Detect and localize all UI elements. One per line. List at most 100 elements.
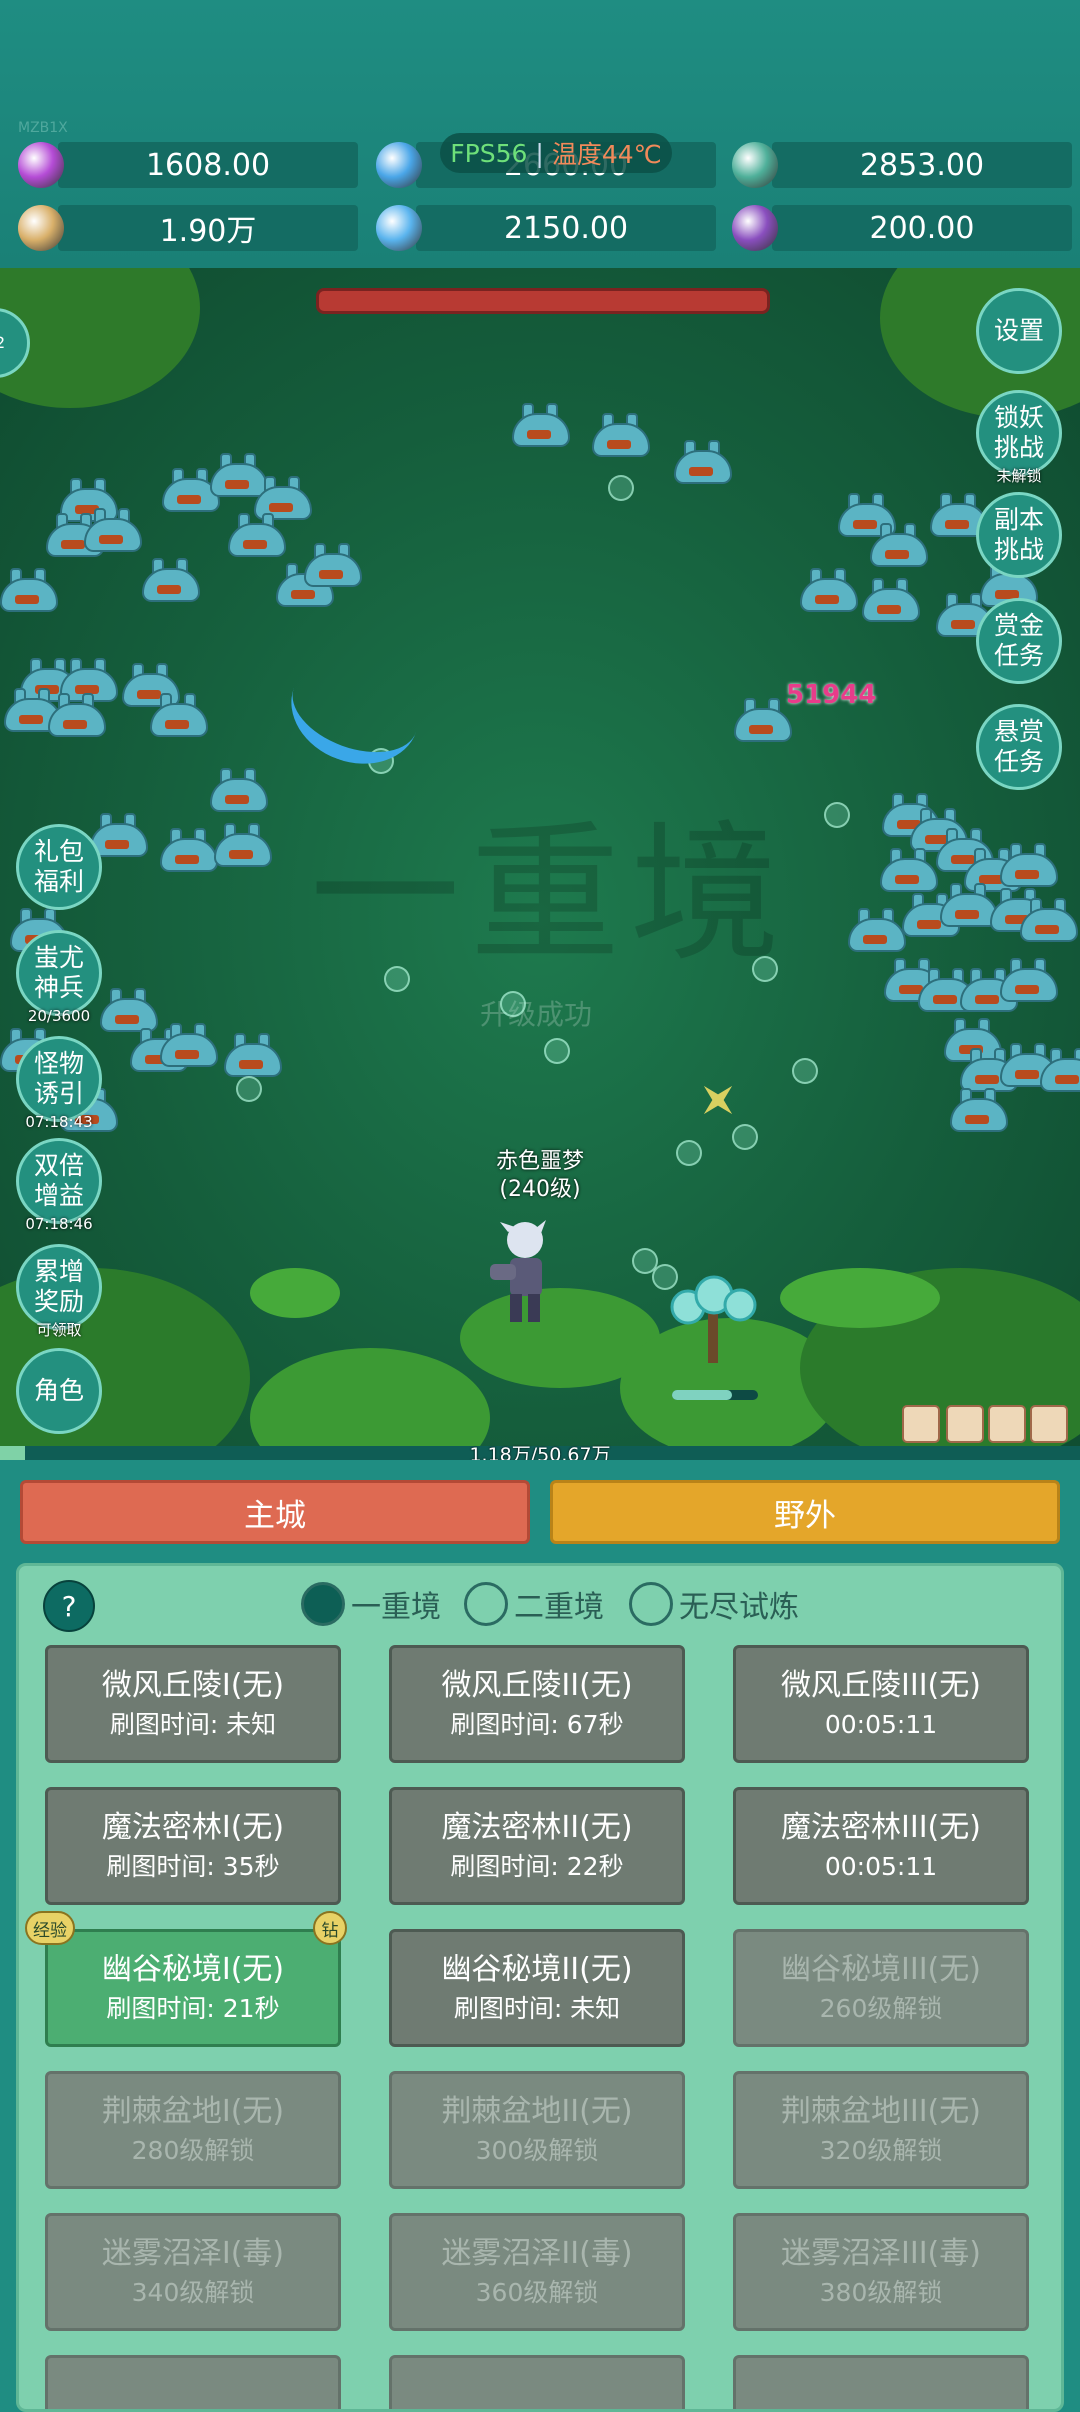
radio-icon	[629, 1582, 673, 1626]
skill-slot[interactable]	[1030, 1405, 1068, 1443]
button-label: 挑战	[993, 535, 1044, 564]
right-button-4[interactable]: 悬赏 任务	[976, 704, 1062, 790]
help-button[interactable]: ?	[43, 1580, 95, 1632]
battle-scene[interactable]: 一重境 升级成功 51944 赤色噩梦 (240级) 设置 锁妖 挑战 未解锁 副本 挑战…	[0, 268, 1080, 1446]
slime-monster	[0, 568, 58, 612]
slime-monster	[214, 823, 272, 867]
tab-main-city[interactable]: 主城	[20, 1480, 530, 1544]
slime-monster	[60, 658, 118, 702]
left-button-4[interactable]: 累增 奖励 可领取	[16, 1244, 102, 1339]
skill-slot[interactable]	[988, 1405, 1026, 1443]
right-button-0[interactable]: 设置	[976, 288, 1062, 374]
bubble-tree	[664, 1273, 764, 1363]
map-card	[45, 2355, 341, 2409]
map-card[interactable]: 微风丘陵III(无) 00:05:11	[733, 1645, 1029, 1763]
slime-monster	[1000, 958, 1058, 1002]
right-button-2[interactable]: 副本 挑战	[976, 492, 1062, 578]
scroll-icon	[18, 205, 64, 251]
realm-label: 二重境	[514, 1590, 604, 1625]
slime-monster	[592, 413, 650, 457]
radio-icon	[464, 1582, 508, 1626]
slime-monster	[1040, 1048, 1080, 1092]
map-status: 刷图时间: 67秒	[450, 1710, 624, 1739]
button-label: 设置	[993, 316, 1044, 345]
resource-counter: 2853.00	[772, 142, 1072, 188]
fps-indicator: FPS56 | 温度44℃	[440, 133, 672, 173]
map-card[interactable]: 魔法密林II(无) 刷图时间: 22秒	[389, 1787, 685, 1905]
bubble-projectile	[500, 991, 526, 1017]
map-status: 280级解锁	[131, 2136, 255, 2165]
slime-monster	[100, 988, 158, 1032]
map-card[interactable]: 幽谷秘境I(无) 刷图时间: 21秒	[45, 1929, 341, 2047]
map-name: 魔法密林II(无)	[441, 1810, 633, 1845]
shuriken-projectile	[690, 1072, 747, 1129]
resource-counter: 200.00	[772, 205, 1072, 251]
realm-option-1[interactable]: 一重境	[301, 1578, 441, 1630]
resource-value: 1.90万	[159, 214, 257, 249]
button-label: 任务	[993, 747, 1044, 776]
slime-monster	[674, 440, 732, 484]
left-button-5[interactable]: 角色	[16, 1348, 102, 1434]
map-name: 魔法密林I(无)	[101, 1810, 285, 1845]
realm-option-3[interactable]: 无尽试炼	[629, 1578, 799, 1630]
slime-monster	[84, 508, 142, 552]
left-button-3[interactable]: 双倍 增益 07:18:46	[16, 1138, 102, 1233]
blue-crystal-icon	[376, 142, 422, 188]
left-button-0[interactable]: 礼包 福利	[16, 824, 102, 910]
button-status: 07:18:43	[25, 1113, 93, 1131]
left-button-2[interactable]: 怪物 诱引 07:18:43	[16, 1036, 102, 1131]
green-orb-icon	[732, 142, 778, 188]
slime-monster	[880, 848, 938, 892]
button-label: 锁妖	[993, 403, 1044, 432]
button-label: 挑战	[993, 433, 1044, 462]
map-card[interactable]: 魔法密林III(无) 00:05:11	[733, 1787, 1029, 1905]
button-label: 增益	[33, 1181, 84, 1210]
slime-monster	[142, 558, 200, 602]
map-status: 300级解锁	[475, 2136, 599, 2165]
bubble-projectile	[384, 966, 410, 992]
map-card[interactable]: 微风丘陵I(无) 刷图时间: 未知	[45, 1645, 341, 1763]
skill-slot[interactable]	[902, 1405, 940, 1443]
realm-option-2[interactable]: 二重境	[464, 1578, 604, 1630]
right-button-3[interactable]: 赏金 任务	[976, 598, 1062, 684]
button-label: 怪物	[33, 1049, 84, 1078]
purple-pouch-icon	[732, 205, 778, 251]
damage-number: 51944	[786, 680, 877, 710]
slime-monster	[210, 768, 268, 812]
tab-field[interactable]: 野外	[550, 1480, 1060, 1544]
map-status: 00:05:11	[824, 1710, 938, 1739]
map-select-panel: ? 一重境 二重境 无尽试炼 微风丘陵I(无) 刷图时间: 未知 微风丘陵II(无)…	[16, 1563, 1064, 2412]
hero-nameplate: 赤色噩梦 (240级)	[470, 1148, 610, 1204]
slime-monster	[160, 1023, 218, 1067]
map-status: 340级解锁	[131, 2278, 255, 2307]
button-label: 诱引	[33, 1079, 84, 1108]
left-button-1[interactable]: 蚩尤 神兵 20/3600	[16, 930, 102, 1025]
slime-monster	[162, 468, 220, 512]
boss-health-bar	[316, 288, 770, 314]
slime-monster	[512, 403, 570, 447]
button-label: 赏金	[993, 611, 1044, 640]
hero-level: (240级)	[499, 1177, 581, 1202]
slime-monster	[1000, 843, 1058, 887]
slime-monster	[848, 908, 906, 952]
right-button-1[interactable]: 锁妖 挑战 未解锁	[976, 390, 1062, 485]
slime-monster	[734, 698, 792, 742]
map-card[interactable]: 魔法密林I(无) 刷图时间: 35秒	[45, 1787, 341, 1905]
resource-value: 1608.00	[145, 147, 271, 183]
resource-value: 2853.00	[859, 147, 985, 183]
map-card[interactable]: 微风丘陵II(无) 刷图时间: 67秒	[389, 1645, 685, 1763]
skill-slot[interactable]	[946, 1405, 984, 1443]
level-up-text: 升级成功	[480, 998, 593, 1031]
map-card: 幽谷秘境III(无) 260级解锁	[733, 1929, 1029, 2047]
map-status: 刷图时间: 未知	[109, 1710, 277, 1739]
bubble-projectile	[236, 1076, 262, 1102]
map-name: 迷雾沼泽I(毒)	[101, 2236, 285, 2271]
temperature-text: 温度44℃	[551, 140, 662, 169]
hero-character	[480, 1218, 560, 1328]
map-card[interactable]: 幽谷秘境II(无) 刷图时间: 未知	[389, 1929, 685, 2047]
ground-bush	[250, 1268, 340, 1318]
map-status: 320级解锁	[819, 2136, 943, 2165]
button-label: 任务	[993, 641, 1044, 670]
map-name: 迷雾沼泽II(毒)	[441, 2236, 633, 2271]
slime-monster	[48, 693, 106, 737]
